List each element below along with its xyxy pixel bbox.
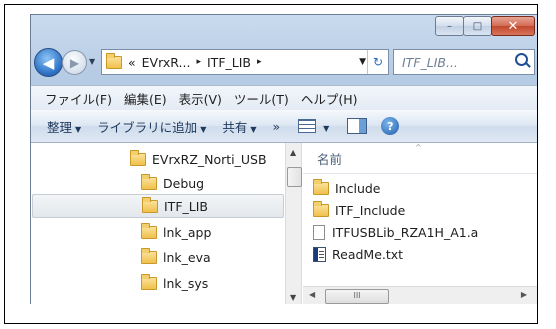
back-button[interactable]: ◀ [34, 48, 63, 77]
change-view-icon[interactable] [298, 119, 317, 133]
explorer-window: – □ ✕ ◀ ▶ ▼ « EVrxR... ▸ ITF_LIB ▸ ▼ ↻ I… [30, 14, 537, 304]
preview-pane-icon[interactable] [347, 118, 368, 134]
file-name: ITFUSBLib_RZA1H_A1.a [332, 225, 479, 240]
tree-item-label: Debug [163, 175, 205, 191]
more-commands-button[interactable]: » [273, 119, 281, 134]
tree-item-label: lnk_eva [163, 249, 211, 265]
list-item[interactable]: ReadMe.txt [313, 244, 403, 265]
address-overflow[interactable]: « [128, 55, 136, 70]
view-dropdown-icon[interactable]: ▼ [320, 119, 329, 134]
tree-item[interactable]: Debug [141, 171, 204, 195]
folder-icon [142, 196, 158, 213]
search-placeholder: ITF_LIB... [402, 54, 458, 70]
scroll-up-icon[interactable]: ▲ [290, 148, 296, 157]
menu-file[interactable]: ファイル(F) [45, 89, 112, 108]
close-button[interactable]: ✕ [491, 16, 535, 36]
scroll-left-icon[interactable]: ◀ [309, 290, 315, 299]
navigation-pane: EVrxRZ_Norti_USB Debug ITF_LIB lnk_app l… [31, 143, 284, 304]
column-header-name[interactable]: 名前 ^ [303, 143, 537, 174]
search-box[interactable]: ITF_LIB... [393, 49, 535, 75]
minimize-button[interactable]: – [435, 16, 464, 36]
folder-icon [141, 173, 157, 190]
forward-button[interactable]: ▶ [62, 50, 87, 75]
file-icon [313, 225, 325, 240]
share-button[interactable]: 共有 ▼ [222, 117, 256, 136]
navigation-bar: ◀ ▶ ▼ « EVrxR... ▸ ITF_LIB ▸ ▼ ↻ ITF_LIB… [31, 43, 537, 79]
search-icon[interactable] [515, 53, 528, 66]
list-item[interactable]: ITFUSBLib_RZA1H_A1.a [313, 222, 478, 243]
file-name: ITF_Include [335, 203, 406, 218]
folder-icon [313, 179, 329, 195]
address-separator-icon[interactable]: ▸ [196, 57, 201, 67]
maximize-button[interactable]: □ [463, 16, 492, 36]
tree-item-label: ITF_LIB [164, 198, 208, 214]
chevron-down-icon: ▼ [200, 124, 207, 134]
address-separator-icon[interactable]: ▸ [257, 57, 262, 67]
menu-view[interactable]: 表示(V) [179, 89, 222, 108]
file-list-scrollbar[interactable]: ◀ III ▶ [303, 286, 537, 304]
folder-icon [313, 201, 329, 217]
file-list: 名前 ^ Include ITF_Include ITFUSBLib_RZA1H… [303, 143, 537, 304]
help-icon[interactable]: ? [381, 117, 400, 135]
folder-icon [141, 273, 157, 290]
list-item[interactable]: ITF_Include [313, 200, 405, 221]
tree-item[interactable]: lnk_eva [141, 245, 211, 269]
recent-pages-dropdown[interactable]: ▼ [89, 57, 95, 66]
folder-icon [141, 247, 157, 264]
tree-item[interactable]: lnk_sys [141, 271, 208, 295]
window-controls: – □ ✕ [435, 16, 535, 36]
menu-bar: ファイル(F) 編集(E) 表示(V) ツール(T) ヘルプ(H) [31, 85, 537, 111]
tree-item[interactable]: EVrxRZ_Norti_USB [130, 147, 267, 171]
menu-help[interactable]: ヘルプ(H) [301, 89, 358, 108]
file-name: Include [335, 181, 381, 196]
list-item[interactable]: Include [313, 178, 381, 199]
column-header-label: 名前 [317, 152, 343, 167]
tree-item-label: lnk_sys [163, 275, 209, 291]
file-name: ReadMe.txt [332, 247, 404, 262]
scroll-right-icon[interactable]: ▶ [521, 290, 527, 299]
chevron-down-icon: ▼ [75, 124, 82, 134]
chevron-down-icon: ▼ [250, 124, 257, 134]
content-area: EVrxRZ_Norti_USB Debug ITF_LIB lnk_app l… [31, 143, 537, 304]
organize-button[interactable]: 整理 ▼ [47, 117, 81, 136]
address-crumb-2[interactable]: ITF_LIB [207, 55, 251, 70]
address-crumb-1[interactable]: EVrxR... [142, 55, 191, 70]
folder-icon [141, 222, 157, 239]
address-dropdown-icon[interactable]: ▼ [359, 57, 366, 67]
folder-icon [130, 149, 146, 166]
scroll-thumb[interactable] [287, 167, 302, 187]
tree-scrollbar[interactable]: ▲ ▼ [285, 143, 302, 304]
folder-icon [106, 52, 122, 69]
tree-item-label: EVrxRZ_Norti_USB [152, 151, 267, 167]
tree-item-selected[interactable]: ITF_LIB [32, 194, 284, 218]
tree-item-label: lnk_app [163, 224, 212, 240]
address-bar[interactable]: « EVrxR... ▸ ITF_LIB ▸ ▼ ↻ [101, 49, 389, 75]
refresh-button[interactable]: ↻ [367, 50, 388, 74]
sort-ascending-icon: ^ [415, 143, 422, 152]
menu-edit[interactable]: 編集(E) [124, 89, 167, 108]
menu-tools[interactable]: ツール(T) [234, 89, 289, 108]
tree-item[interactable]: lnk_app [141, 220, 211, 244]
scroll-thumb[interactable]: III [325, 289, 389, 304]
add-to-library-button[interactable]: ライブラリに追加 ▼ [97, 117, 206, 136]
scroll-down-icon[interactable]: ▼ [290, 293, 296, 302]
command-bar: 整理 ▼ ライブラリに追加 ▼ 共有 ▼ » ▼ ? [31, 110, 537, 143]
text-file-icon [313, 247, 326, 262]
